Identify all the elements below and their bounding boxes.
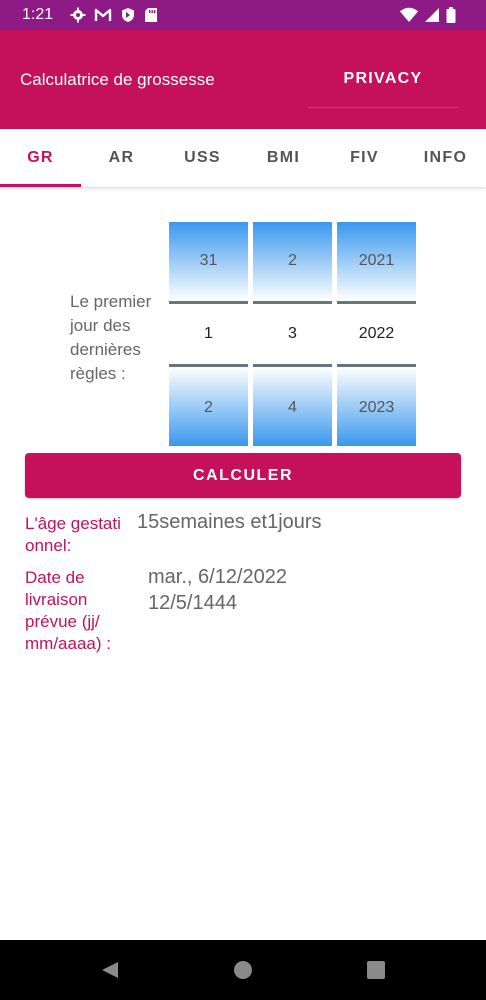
day-picker[interactable]: 31 1 2 xyxy=(169,222,248,446)
month-picker[interactable]: 2 3 4 xyxy=(253,222,332,446)
tab-fiv[interactable]: FIV xyxy=(324,129,405,187)
year-prev[interactable]: 2021 xyxy=(337,222,416,304)
app-bar: Calculatrice de grossesse PRIVACY xyxy=(0,30,486,129)
settings-icon xyxy=(70,7,86,23)
sd-card-icon xyxy=(144,7,158,23)
year-next[interactable]: 2023 xyxy=(337,364,416,446)
tab-info[interactable]: INFO xyxy=(405,129,486,187)
day-prev[interactable]: 31 xyxy=(169,222,248,304)
status-time: 1:21 xyxy=(22,6,54,23)
tab-bmi[interactable]: BMI xyxy=(243,129,324,187)
tab-fiv-label: FIV xyxy=(350,149,379,166)
shield-icon xyxy=(120,7,136,23)
month-prev[interactable]: 2 xyxy=(253,222,332,304)
tab-uss-label: USS xyxy=(184,149,221,166)
gestational-age-value: 15semaines et1jours xyxy=(137,511,322,533)
tab-ar[interactable]: AR xyxy=(81,129,162,187)
month-selected: 3 xyxy=(253,304,332,364)
tab-gr-label: GR xyxy=(27,149,54,166)
back-icon[interactable] xyxy=(100,960,120,985)
tab-indicator xyxy=(0,184,81,187)
gmail-icon xyxy=(94,7,112,23)
tab-bar: GR AR USS BMI FIV INFO xyxy=(0,129,486,187)
year-picker[interactable]: 2021 2022 2023 xyxy=(337,222,416,446)
privacy-label: PRIVACY xyxy=(343,70,423,87)
day-selected: 1 xyxy=(169,304,248,364)
year-selected: 2022 xyxy=(337,304,416,364)
month-next[interactable]: 4 xyxy=(253,364,332,446)
tab-bmi-label: BMI xyxy=(266,149,301,166)
tab-gr[interactable]: GR xyxy=(0,129,81,187)
signal-icon xyxy=(424,7,440,23)
delivery-date-gregorian: mar., 6/12/2022 xyxy=(148,566,287,588)
day-next[interactable]: 2 xyxy=(169,364,248,446)
wifi-icon xyxy=(400,7,418,23)
privacy-underline xyxy=(308,107,458,108)
delivery-date-hijri: 12/5/1444 xyxy=(148,592,237,614)
status-bar: 1:21 xyxy=(0,0,486,30)
tab-uss[interactable]: USS xyxy=(162,129,243,187)
delivery-date-label: Date de livraison prévue (jj/ mm/aaaa) : xyxy=(25,568,111,653)
battery-icon xyxy=(446,7,456,23)
recents-icon[interactable] xyxy=(366,960,386,985)
home-icon[interactable] xyxy=(233,960,253,985)
gestational-age-label: L'âge gestati onnel: xyxy=(25,514,121,555)
app-title: Calculatrice de grossesse xyxy=(20,70,215,89)
tab-info-label: INFO xyxy=(423,149,468,166)
last-period-prompt: Le premier jour des dernières règles : xyxy=(70,292,152,383)
calculate-button[interactable]: CALCULER xyxy=(25,453,461,498)
tab-ar-label: AR xyxy=(108,149,135,166)
privacy-button[interactable]: PRIVACY xyxy=(308,62,458,134)
nav-bar xyxy=(0,940,486,1000)
